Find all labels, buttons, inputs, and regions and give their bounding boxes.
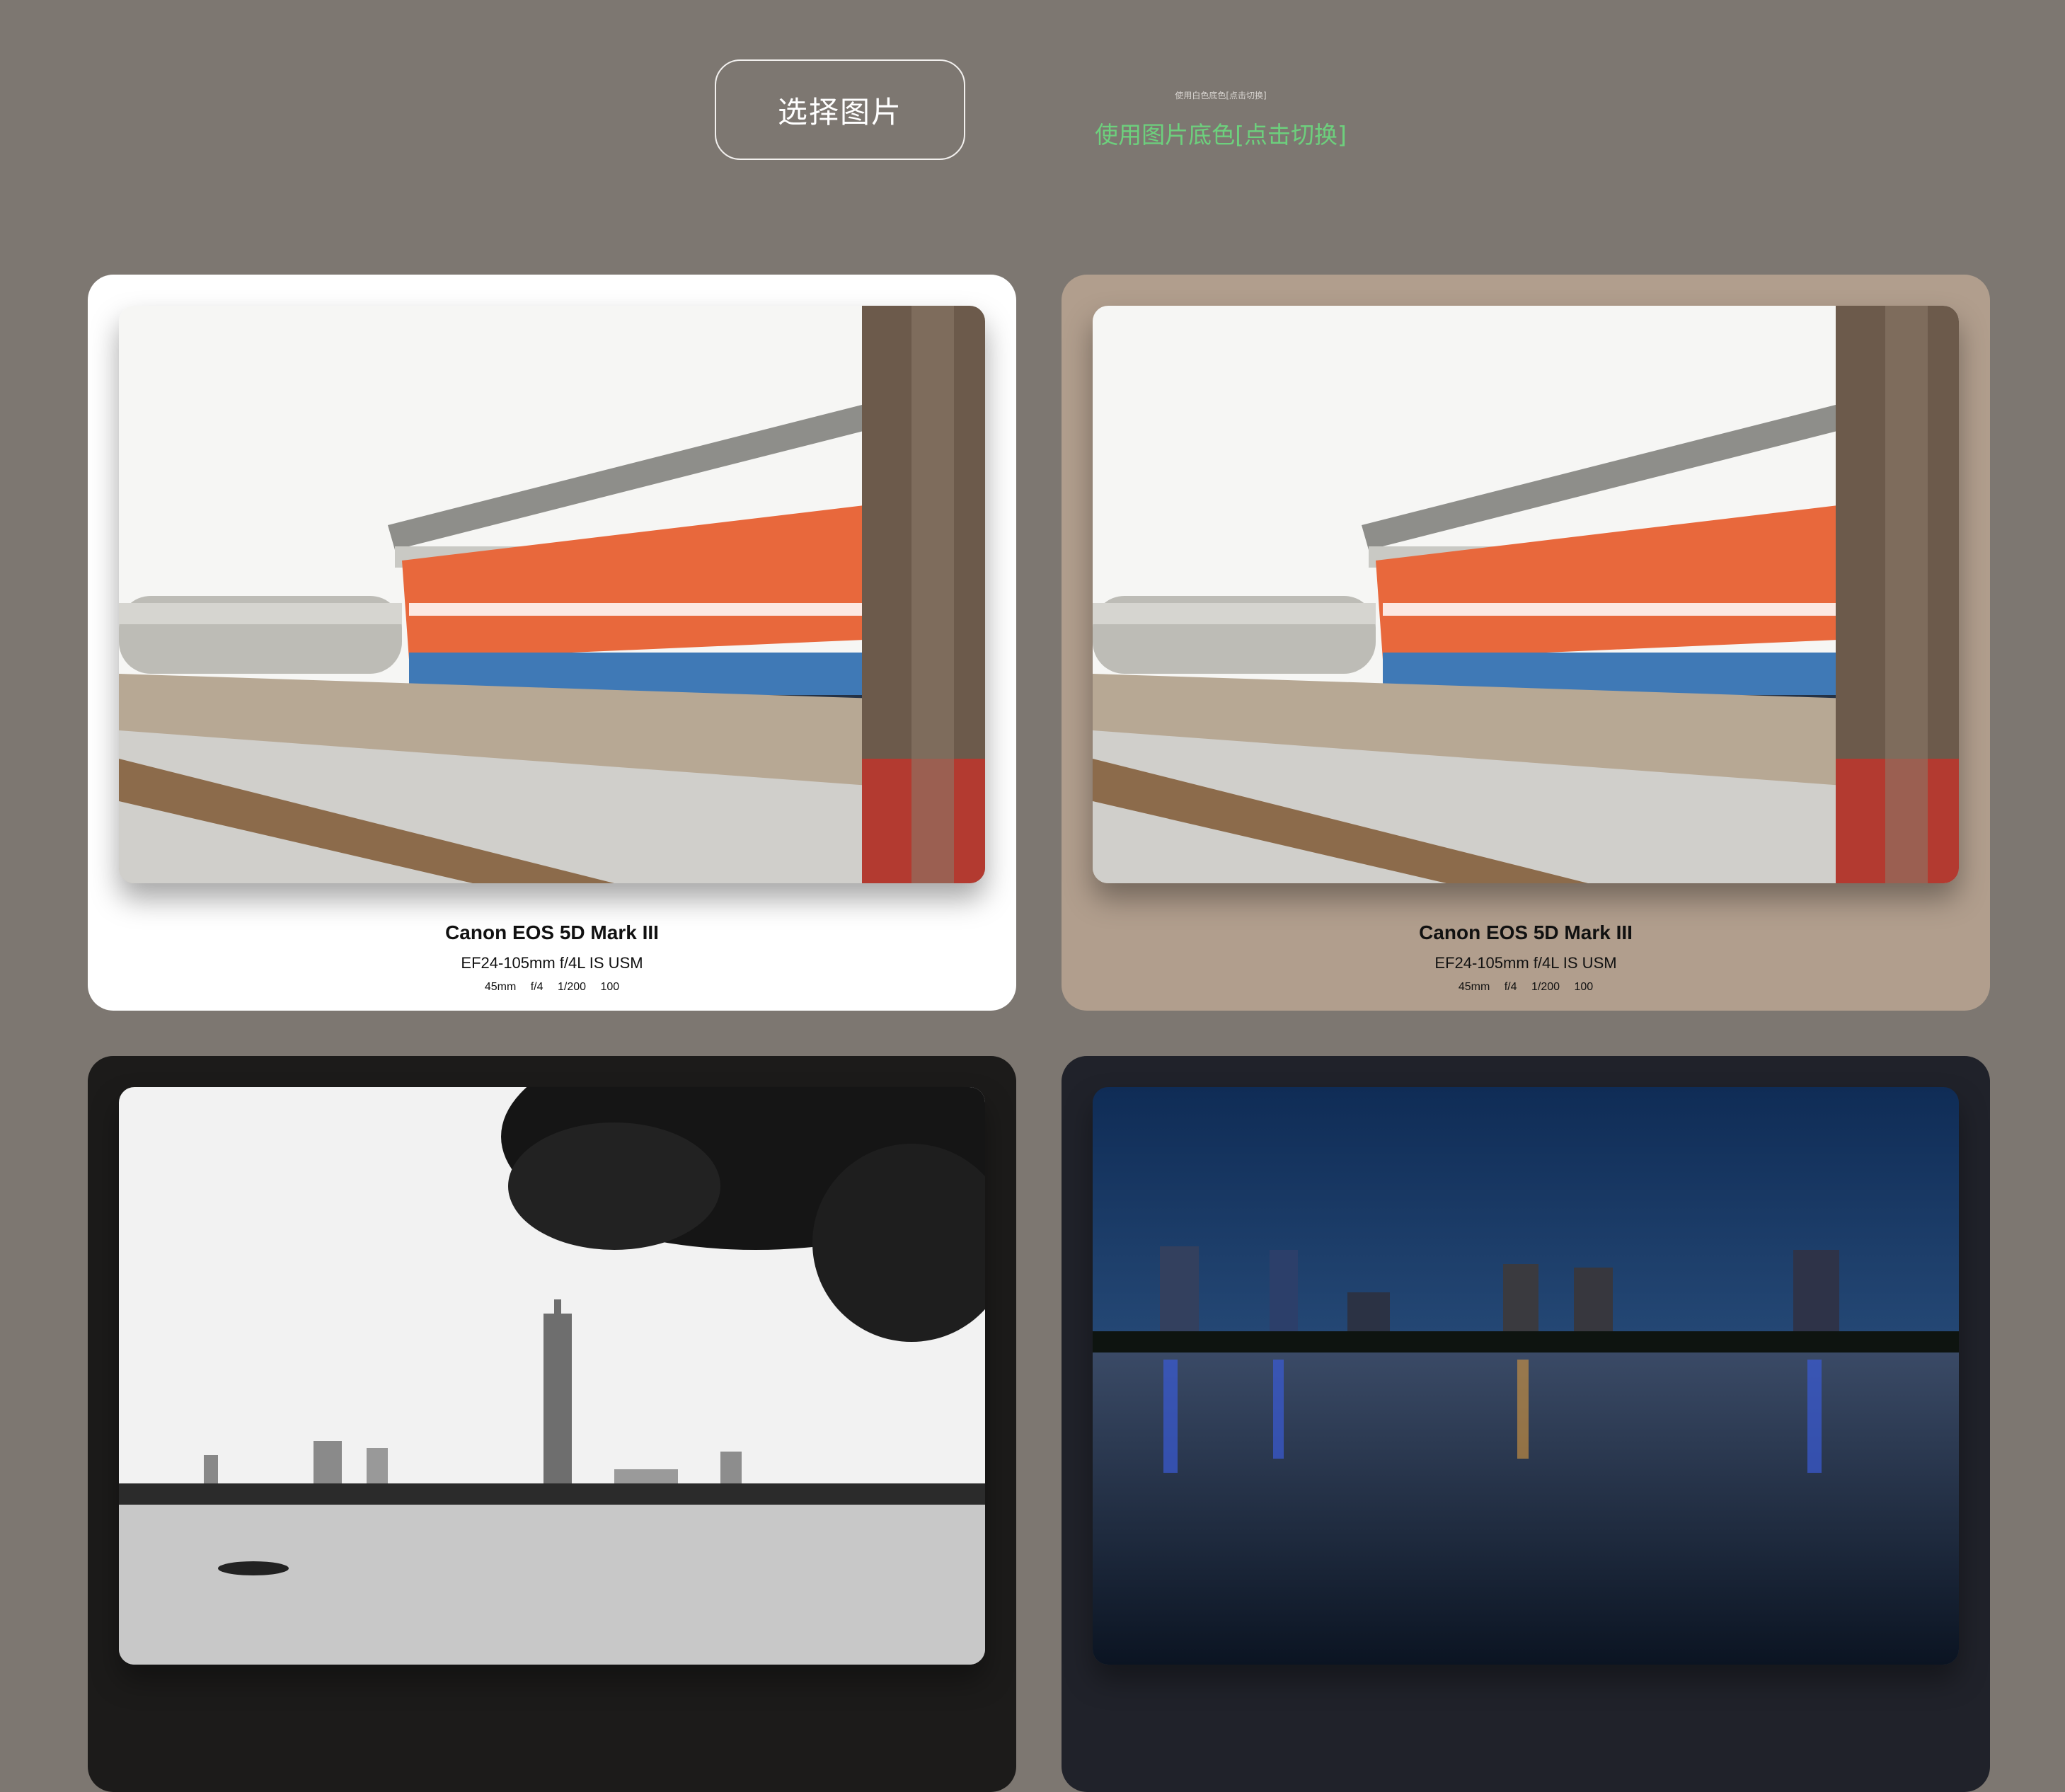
night-skyline-photo xyxy=(1093,1087,1959,1665)
select-image-button[interactable]: 选择图片 xyxy=(715,59,965,160)
aperture: f/4 xyxy=(1504,981,1517,993)
photo-card-dark[interactable] xyxy=(88,1056,1016,1792)
focal-length: 45mm xyxy=(484,981,517,993)
background-toggle[interactable]: 使用白色底色[点击切换] 使用图片底色[点击切换] xyxy=(1062,89,1380,150)
aperture: f/4 xyxy=(530,981,543,993)
camera-model: Canon EOS 5D Mark III xyxy=(445,921,659,943)
exif-info: Canon EOS 5D Mark III EF24-105mm f/4L IS… xyxy=(88,921,1016,994)
shutter-speed: 1/200 xyxy=(1531,981,1560,993)
train-photo xyxy=(1093,306,1959,883)
toggle-hint: 使用白色底色[点击切换] xyxy=(1175,91,1267,100)
shooting-params: 45mm f/4 1/200 100 xyxy=(1062,981,1990,994)
photo-card-navy[interactable] xyxy=(1062,1056,1990,1792)
toggle-label[interactable]: 使用图片底色[点击切换] xyxy=(1062,116,1380,150)
photo-card-image-color[interactable]: Canon EOS 5D Mark III EF24-105mm f/4L IS… xyxy=(1062,275,1990,1011)
shutter-speed: 1/200 xyxy=(557,981,587,993)
lens-model: EF24-105mm f/4L IS USM xyxy=(461,954,643,972)
train-photo xyxy=(119,306,985,883)
exif-info: Canon EOS 5D Mark III EF24-105mm f/4L IS… xyxy=(1062,921,1990,994)
focal-length: 45mm xyxy=(1458,981,1490,993)
iso: 100 xyxy=(1574,981,1594,993)
lens-model: EF24-105mm f/4L IS USM xyxy=(1434,954,1617,972)
shooting-params: 45mm f/4 1/200 100 xyxy=(88,981,1016,994)
photo-card-white[interactable]: Canon EOS 5D Mark III EF24-105mm f/4L IS… xyxy=(88,275,1016,1011)
iso: 100 xyxy=(600,981,620,993)
camera-model: Canon EOS 5D Mark III xyxy=(1419,921,1633,943)
bw-skyline-photo xyxy=(119,1087,985,1665)
